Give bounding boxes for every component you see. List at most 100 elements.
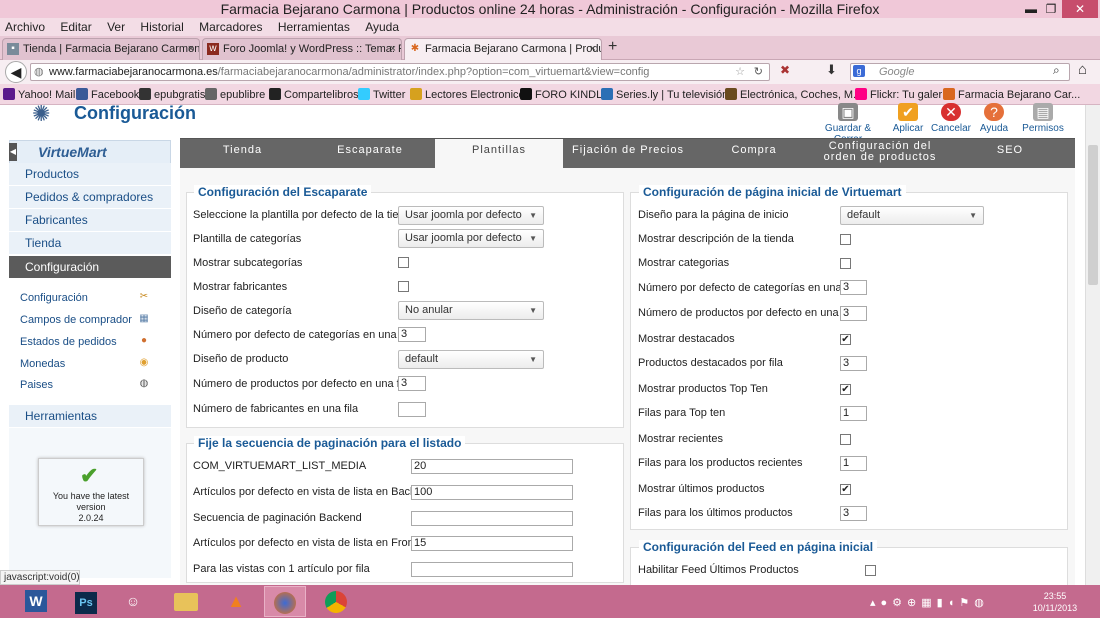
menu-editar[interactable]: Editar xyxy=(60,18,91,36)
tab-tienda[interactable]: Tienda xyxy=(180,139,305,169)
bookmark-lectores[interactable]: Lectores Electronicos xyxy=(410,88,530,102)
enable-feed-checkbox[interactable] xyxy=(865,565,876,576)
collapse-sidebar-icon[interactable]: ◀ xyxy=(9,143,17,161)
sidebar-item-pedidos[interactable]: Pedidos & compradores xyxy=(9,186,171,209)
maximize-button[interactable]: ❐ xyxy=(1042,0,1060,18)
bookmark-facebook[interactable]: Facebook xyxy=(76,88,139,102)
system-tray-icons[interactable]: ▴●⚙⊕▦▮◖⚑◍ xyxy=(870,596,989,609)
sidebar-item-fabricantes[interactable]: Fabricantes xyxy=(9,209,171,232)
menu-herramientas[interactable]: Herramientas xyxy=(278,18,350,36)
bookmark-compartelibros[interactable]: Compartelibros xyxy=(269,88,359,102)
search-input[interactable]: Google xyxy=(850,63,1070,81)
show-manufacturers-checkbox[interactable] xyxy=(398,281,409,292)
clock[interactable]: 23:55 10/11/2013 xyxy=(1028,590,1082,614)
latest-rows-input[interactable]: 3 xyxy=(840,506,867,521)
scrollbar[interactable] xyxy=(1085,105,1100,585)
close-tab-icon[interactable]: × xyxy=(590,39,596,59)
menu-ver[interactable]: Ver xyxy=(107,18,125,36)
bookmark-twitter[interactable]: Twitter xyxy=(358,88,405,102)
photoshop-icon[interactable]: Ps xyxy=(65,586,107,617)
url-bar[interactable]: ◍ www.farmaciabejaranocarmona.es/farmaci… xyxy=(30,63,770,81)
star-icon[interactable]: ☆ xyxy=(735,64,745,80)
menu-ayuda[interactable]: Ayuda xyxy=(365,18,399,36)
minimize-button[interactable]: ▬ xyxy=(1022,0,1040,18)
search-icon[interactable]: ⌕ xyxy=(1053,63,1060,78)
bookmark-farmacia[interactable]: Farmacia Bejarano Car... xyxy=(943,88,1080,102)
help-button[interactable]: ? Ayuda xyxy=(978,103,1010,134)
apply-button[interactable]: ✔ Aplicar xyxy=(890,103,926,134)
browser-tab-tienda[interactable]: ▪ Tienda | Farmacia Bejarano Carmona × xyxy=(2,38,200,60)
chrome-icon[interactable] xyxy=(315,586,357,617)
bookmark-foro-kindle[interactable]: FORO KINDLE xyxy=(520,88,610,102)
back-button[interactable]: ◀ xyxy=(5,61,27,83)
bookmark-epubgratis[interactable]: epubgratis xyxy=(139,88,205,102)
firefox-icon[interactable] xyxy=(264,586,306,617)
show-categories-checkbox[interactable] xyxy=(840,258,851,269)
sidebar-item-tienda[interactable]: Tienda xyxy=(9,232,171,255)
sub-item-monedas[interactable]: Monedas ◉ xyxy=(20,357,150,370)
bookmark-epublibre[interactable]: epublibre xyxy=(205,88,265,102)
sidebar-item-configuracion[interactable]: Configuración xyxy=(9,256,171,279)
home-categories-per-row-input[interactable]: 3 xyxy=(840,280,867,295)
bookmark-seriesly[interactable]: Series.ly | Tu televisión... xyxy=(601,88,737,102)
people-icon[interactable]: ☺ xyxy=(112,586,154,617)
browser-tab-foro[interactable]: w Foro Joomla! y WordPress :: Tema: Pa..… xyxy=(202,38,402,60)
menu-historial[interactable]: Historial xyxy=(140,18,183,36)
sub-item-paises[interactable]: Paises ◍ xyxy=(20,378,150,391)
backend-pagination-input[interactable] xyxy=(411,511,573,526)
tab-escaparate[interactable]: Escaparate xyxy=(305,139,435,169)
menu-marcadores[interactable]: Marcadores xyxy=(199,18,262,36)
close-tab-icon[interactable]: × xyxy=(390,39,396,59)
shop-template-select[interactable]: Usar joomla por defecto ▼ xyxy=(398,206,544,225)
tab-plantillas[interactable]: Plantillas xyxy=(435,139,563,169)
close-window-button[interactable]: ✕ xyxy=(1062,0,1098,18)
frontend-list-limit-input[interactable]: 15 xyxy=(411,536,573,551)
scrollbar-thumb[interactable] xyxy=(1088,145,1098,285)
sub-item-configuracion[interactable]: Configuración ✂ xyxy=(20,291,150,304)
show-store-desc-checkbox[interactable] xyxy=(840,234,851,245)
tab-orden-productos[interactable]: Configuración del orden de productos xyxy=(815,139,945,169)
tab-seo[interactable]: SEO xyxy=(945,139,1075,169)
word-icon[interactable]: W xyxy=(15,586,57,617)
sidebar-item-herramientas[interactable]: Herramientas xyxy=(9,405,171,428)
show-recent-checkbox[interactable] xyxy=(840,434,851,445)
close-tab-icon[interactable]: × xyxy=(188,39,194,59)
download-icon[interactable]: ⬇ xyxy=(826,62,837,78)
show-featured-checkbox[interactable]: ✔ xyxy=(840,334,851,345)
adblock-icon[interactable]: ✖ xyxy=(780,63,790,77)
show-latest-checkbox[interactable]: ✔ xyxy=(840,484,851,495)
sub-item-estados[interactable]: Estados de pedidos ● xyxy=(20,335,150,348)
categories-per-row-input[interactable]: 3 xyxy=(398,327,426,342)
tab-precios[interactable]: Fijación de Precios xyxy=(563,139,693,169)
single-row-pagination-input[interactable] xyxy=(411,562,573,577)
backend-list-limit-input[interactable]: 100 xyxy=(411,485,573,500)
vlc-icon[interactable]: ▲ xyxy=(215,586,257,617)
bookmark-flickr[interactable]: Flickr: Tu galería xyxy=(855,88,951,102)
folder-icon[interactable] xyxy=(165,586,207,617)
browser-tab-farmacia[interactable]: ✱ Farmacia Bejarano Carmona | Produc... … xyxy=(404,38,602,60)
home-icon[interactable]: ⌂ xyxy=(1078,61,1087,78)
list-media-input[interactable]: 20 xyxy=(411,459,573,474)
show-subcategories-checkbox[interactable] xyxy=(398,257,409,268)
category-template-select[interactable]: Usar joomla por defecto ▼ xyxy=(398,229,544,248)
sub-item-campos[interactable]: Campos de comprador ▦ xyxy=(20,313,150,326)
product-layout-select[interactable]: default ▼ xyxy=(398,350,544,369)
home-products-per-row-input[interactable]: 3 xyxy=(840,306,867,321)
home-layout-select[interactable]: default ▼ xyxy=(840,206,984,225)
show-topten-checkbox[interactable]: ✔ xyxy=(840,384,851,395)
bookmark-electronica[interactable]: Electrónica, Coches, M... xyxy=(725,88,862,102)
new-tab-button[interactable]: + xyxy=(608,38,617,56)
bookmark-yahoo[interactable]: Yahoo! Mail xyxy=(3,88,75,102)
featured-per-row-input[interactable]: 3 xyxy=(840,356,867,371)
category-layout-select[interactable]: No anular ▼ xyxy=(398,301,544,320)
manufacturers-per-row-input[interactable] xyxy=(398,402,426,417)
permissions-button[interactable]: ▤ Permisos xyxy=(1018,103,1068,134)
sidebar-item-productos[interactable]: Productos xyxy=(9,163,171,186)
cancel-button[interactable]: ✕ Cancelar xyxy=(930,103,972,134)
tab-compra[interactable]: Compra xyxy=(693,139,815,169)
recent-rows-input[interactable]: 1 xyxy=(840,456,867,471)
menu-archivo[interactable]: Archivo xyxy=(5,18,45,36)
reload-icon[interactable]: ↻ xyxy=(754,64,763,80)
topten-rows-input[interactable]: 1 xyxy=(840,406,867,421)
products-per-row-input[interactable]: 3 xyxy=(398,376,426,391)
